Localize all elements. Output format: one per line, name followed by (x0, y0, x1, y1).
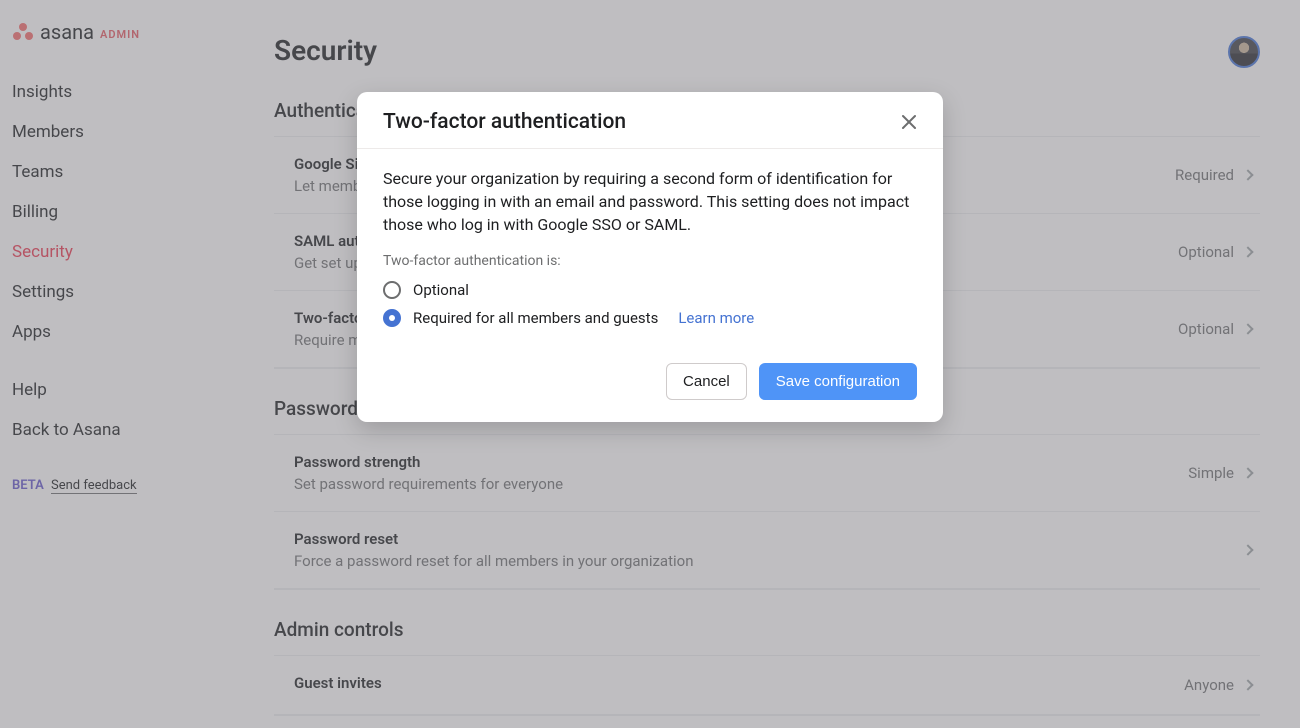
save-configuration-button[interactable]: Save configuration (759, 363, 917, 400)
modal-description: Secure your organization by requiring a … (383, 167, 917, 237)
radio-group-label: Two-factor authentication is: (383, 253, 917, 269)
radio-option-label: Required for all members and guests (413, 309, 658, 327)
modal-overlay[interactable]: Two-factor authentication Secure your or… (0, 0, 1300, 728)
modal-title: Two-factor authentication (383, 110, 626, 134)
radio-selected-icon (383, 309, 401, 327)
cancel-button[interactable]: Cancel (666, 363, 747, 400)
radio-unselected-icon (383, 281, 401, 299)
two-factor-modal: Two-factor authentication Secure your or… (357, 92, 943, 422)
close-icon[interactable] (901, 114, 917, 130)
learn-more-link[interactable]: Learn more (678, 309, 754, 327)
radio-option-label: Optional (413, 281, 469, 299)
radio-option-optional[interactable]: Optional (383, 281, 917, 299)
radio-option-required[interactable]: Required for all members and guests Lear… (383, 309, 917, 327)
